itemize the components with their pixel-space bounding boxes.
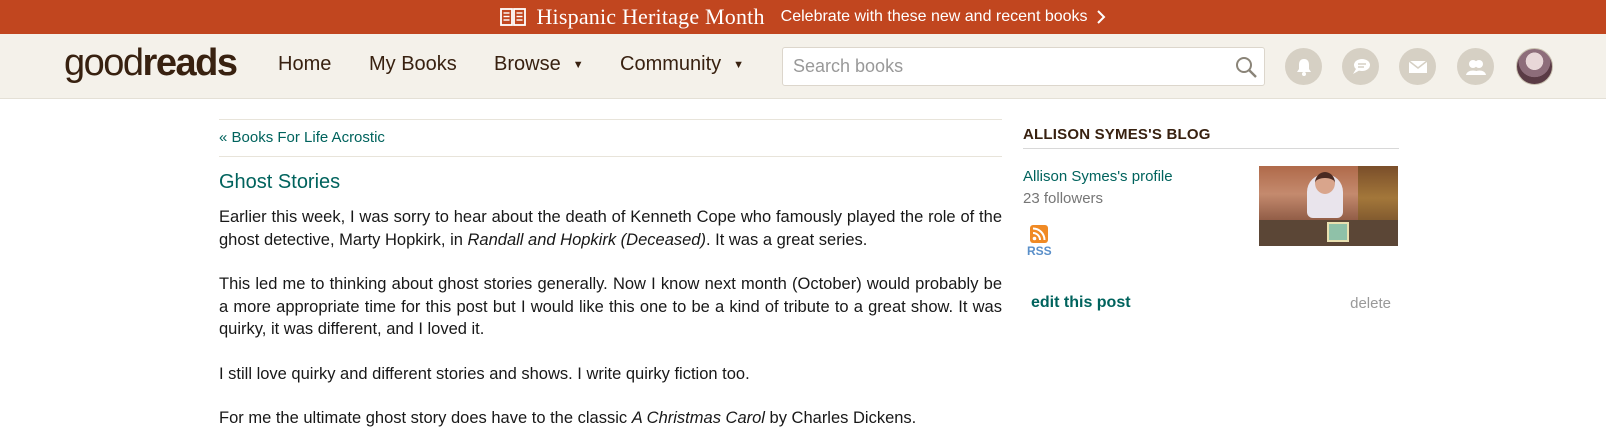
author-photo[interactable] <box>1259 166 1398 246</box>
nav-my-books-label: My Books <box>369 53 457 75</box>
blog-sidebar: ALLISON SYMES'S BLOG Allison Symes's pro… <box>1023 126 1399 312</box>
open-book-icon <box>500 8 527 26</box>
author-profile-link[interactable]: Allison Symes's profile <box>1023 168 1173 185</box>
discussions-button[interactable] <box>1342 48 1379 85</box>
friends-icon <box>1465 59 1486 75</box>
friends-button[interactable] <box>1457 48 1494 85</box>
search-icon[interactable] <box>1234 55 1258 79</box>
post-paragraph: Earlier this week, I was sorry to hear a… <box>219 206 1002 251</box>
post-paragraph: I still love quirky and different storie… <box>219 364 750 383</box>
divider <box>219 156 1002 157</box>
nav-community[interactable]: Community ▼ <box>620 53 744 76</box>
paragraph-italic: Randall and Hopkirk (Deceased) <box>467 230 706 249</box>
paragraph-text: by Charles Dickens. <box>764 409 917 427</box>
goodreads-logo[interactable]: goodreads <box>64 42 238 85</box>
rss-label: RSS <box>1027 244 1052 258</box>
post-paragraph: For me the ultimate ghost story does hav… <box>219 407 1002 430</box>
previous-post-link[interactable]: « Books For Life Acrostic <box>219 120 1002 156</box>
banner-title: Hispanic Heritage Month <box>536 4 765 29</box>
banner-cta-link[interactable]: Celebrate with these new and recent book… <box>781 8 1088 26</box>
paragraph-text: For me the ultimate ghost story does hav… <box>219 409 632 427</box>
edit-post-link[interactable]: edit this post <box>1031 294 1131 312</box>
site-header: goodreads Home My Books Browse ▼ Communit… <box>0 34 1606 99</box>
nav-my-books[interactable]: My Books <box>369 53 457 76</box>
post-body: Earlier this week, I was sorry to hear a… <box>219 206 1002 430</box>
messages-button[interactable] <box>1399 48 1436 85</box>
notifications-button[interactable] <box>1285 48 1322 85</box>
post-title[interactable]: Ghost Stories <box>219 171 1002 194</box>
delete-post-link[interactable]: delete <box>1350 295 1391 312</box>
rss-icon <box>1030 225 1048 243</box>
caret-down-icon: ▼ <box>572 58 584 71</box>
paragraph-text: . It was a great series. <box>705 230 868 249</box>
rss-feed-link[interactable]: RSS <box>1027 225 1055 258</box>
photo-book <box>1327 222 1349 242</box>
nav-browse[interactable]: Browse ▼ <box>494 53 584 76</box>
caret-down-icon: ▼ <box>733 58 745 71</box>
followers-count: 23 followers <box>1023 190 1104 207</box>
search-box <box>782 47 1265 86</box>
chevron-right-icon <box>1096 10 1105 24</box>
logo-good: good <box>64 42 144 84</box>
nav-home-label: Home <box>278 53 332 75</box>
nav-community-label: Community <box>620 53 722 75</box>
search-input[interactable] <box>783 48 1213 85</box>
blog-post: « Books For Life Acrostic Ghost Stories … <box>219 119 1002 443</box>
blog-title: ALLISON SYMES'S BLOG <box>1023 126 1399 149</box>
logo-reads: reads <box>142 42 238 84</box>
user-avatar[interactable] <box>1516 48 1553 85</box>
chat-icon <box>1352 58 1370 74</box>
nav-browse-label: Browse <box>494 53 561 75</box>
bell-icon <box>1296 58 1311 76</box>
promo-banner[interactable]: Hispanic Heritage Month Celebrate with t… <box>0 0 1606 34</box>
paragraph-italic: A Christmas Carol <box>631 409 765 427</box>
post-paragraph: This led me to thinking about ghost stor… <box>219 275 1002 338</box>
nav-home[interactable]: Home <box>278 53 331 76</box>
mail-icon <box>1408 59 1427 73</box>
photo-head <box>1315 172 1335 194</box>
